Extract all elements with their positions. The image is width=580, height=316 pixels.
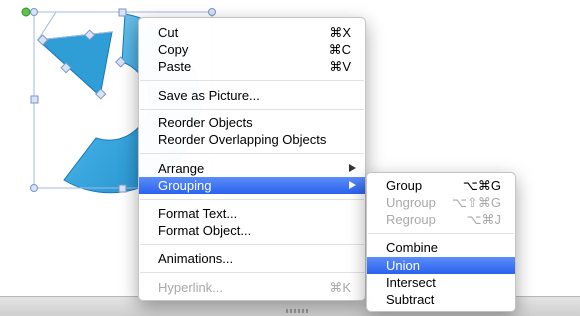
- submenu-arrow-icon: [349, 181, 356, 189]
- menu-separator: [140, 109, 364, 110]
- menu-item-arrange[interactable]: Arrange: [139, 160, 365, 177]
- submenu-item-combine[interactable]: Combine: [367, 239, 515, 256]
- menu-item-label: Union: [386, 258, 420, 273]
- menu-item-label: Reorder Overlapping Objects: [158, 132, 327, 147]
- menu-item-label: Copy: [158, 42, 189, 57]
- menu-item-label: Format Object...: [158, 223, 252, 238]
- menu-item-label: Group: [386, 178, 423, 193]
- menu-separator: [140, 80, 364, 81]
- menu-item-format-object[interactable]: Format Object...: [139, 222, 365, 239]
- menu-item-shortcut: ⌥⌘G: [462, 178, 501, 193]
- menu-item-paste[interactable]: Paste ⌘V: [139, 58, 365, 75]
- menu-item-label: Combine: [386, 240, 439, 255]
- menu-item-label: Cut: [158, 25, 179, 40]
- menu-item-shortcut: ⌥⌘J: [466, 212, 501, 227]
- submenu-item-group[interactable]: Group ⌥⌘G: [367, 177, 515, 194]
- submenu-item-ungroup[interactable]: Ungroup ⌥⇧⌘G: [367, 194, 515, 211]
- menu-item-animations[interactable]: Animations...: [139, 250, 365, 267]
- menu-item-shortcut: ⌘X: [329, 25, 351, 40]
- menu-item-cut[interactable]: Cut ⌘X: [139, 24, 365, 41]
- submenu-item-union[interactable]: Union: [367, 257, 515, 274]
- resize-grip[interactable]: [286, 309, 310, 313]
- menu-item-shortcut: ⌘K: [329, 280, 351, 295]
- menu-item-label: Regroup: [386, 212, 436, 227]
- menu-item-save-as-picture[interactable]: Save as Picture...: [139, 87, 365, 104]
- menu-item-label: Intersect: [386, 275, 436, 290]
- rotation-handle[interactable]: [21, 7, 31, 17]
- menu-item-shortcut: ⌘C: [328, 42, 351, 57]
- menu-item-label: Reorder Objects: [158, 115, 253, 130]
- menu-item-label: Animations...: [158, 251, 234, 266]
- submenu-item-regroup[interactable]: Regroup ⌥⌘J: [367, 211, 515, 228]
- menu-item-label: Arrange: [158, 161, 205, 176]
- menu-item-format-text[interactable]: Format Text...: [139, 205, 365, 222]
- menu-item-reorder-overlapping[interactable]: Reorder Overlapping Objects: [139, 131, 365, 148]
- menu-item-shortcut: ⌘V: [329, 59, 351, 74]
- menu-separator: [140, 199, 364, 200]
- menu-item-hyperlink[interactable]: Hyperlink... ⌘K: [139, 279, 365, 296]
- menu-item-copy[interactable]: Copy ⌘C: [139, 41, 365, 58]
- menu-item-label: Grouping: [158, 178, 212, 193]
- submenu-arrow-icon: [349, 164, 356, 172]
- menu-item-label: Subtract: [386, 292, 435, 307]
- menu-item-label: Hyperlink...: [158, 280, 224, 295]
- menu-item-shortcut: ⌥⇧⌘G: [452, 195, 501, 210]
- menu-separator: [140, 272, 364, 273]
- menu-item-reorder-objects[interactable]: Reorder Objects: [139, 114, 365, 131]
- menu-item-label: Ungroup: [386, 195, 436, 210]
- submenu-item-intersect[interactable]: Intersect: [367, 274, 515, 291]
- menu-item-label: Format Text...: [158, 206, 238, 221]
- menu-separator: [368, 233, 514, 234]
- menu-item-label: Paste: [158, 59, 192, 74]
- menu-separator: [140, 244, 364, 245]
- menu-separator: [140, 153, 364, 154]
- submenu-item-subtract[interactable]: Subtract: [367, 291, 515, 308]
- context-menu: Cut ⌘X Copy ⌘C Paste ⌘V Save as Picture.…: [138, 17, 366, 301]
- menu-item-grouping[interactable]: Grouping: [139, 177, 365, 194]
- menu-item-label: Save as Picture...: [158, 88, 260, 103]
- grouping-submenu: Group ⌥⌘G Ungroup ⌥⇧⌘G Regroup ⌥⌘J Combi…: [366, 172, 516, 312]
